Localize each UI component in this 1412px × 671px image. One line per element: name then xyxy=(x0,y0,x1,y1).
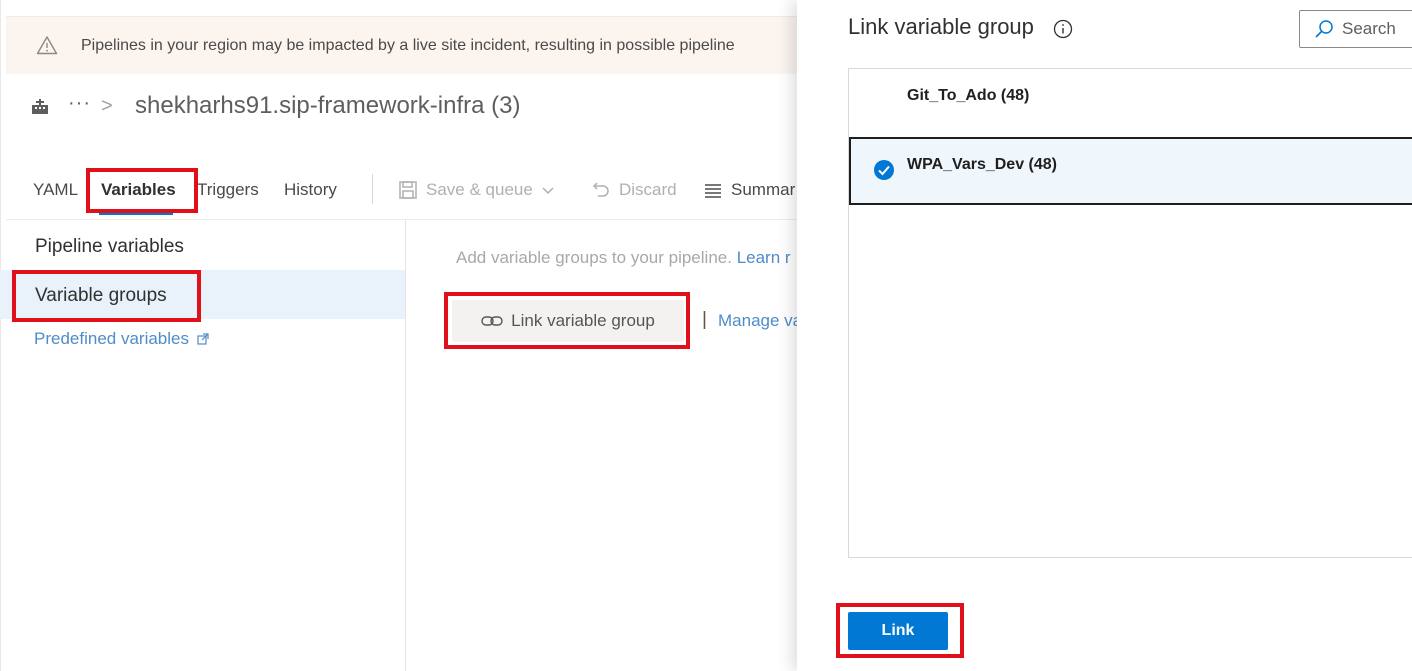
variable-group-name: Git_To_Ado (48) xyxy=(907,87,1030,104)
highlight-link-variable-group xyxy=(444,292,690,349)
toolbar-divider xyxy=(372,174,373,204)
learn-more-link[interactable]: Learn r xyxy=(737,248,791,267)
search-input[interactable]: Search xyxy=(1299,10,1412,48)
sidebar-item-pipeline-variables[interactable]: Pipeline variables xyxy=(0,236,405,258)
banner-text: Pipelines in your region may be impacted… xyxy=(81,37,735,54)
variable-group-name: WPA_Vars_Dev (48) xyxy=(907,156,1057,173)
list-item-selected[interactable]: WPA_Vars_Dev (48) xyxy=(849,137,1412,205)
sidebar-item-predefined-variables[interactable]: Predefined variables xyxy=(34,329,209,349)
search-placeholder: Search xyxy=(1342,19,1396,38)
discard-button[interactable]: Discard xyxy=(591,180,677,200)
manage-variable-groups-link[interactable]: Manage va xyxy=(718,311,802,331)
breadcrumb-more-button[interactable]: ··· xyxy=(68,92,91,115)
variable-group-list: Git_To_Ado (48) WPA_Vars_Dev (48) xyxy=(848,68,1412,558)
variable-groups-hint: Add variable groups to your pipeline. Le… xyxy=(456,248,791,268)
highlight-variables-tab xyxy=(86,168,198,213)
discard-label: Discard xyxy=(619,180,677,199)
save-and-queue-button[interactable]: Save & queue xyxy=(398,180,555,200)
list-icon xyxy=(705,184,721,198)
hint-text: Add variable groups to your pipeline. xyxy=(456,248,732,267)
warning-icon xyxy=(36,36,58,55)
summary-button[interactable]: Summar xyxy=(703,180,795,200)
pipeline-icon[interactable] xyxy=(30,96,50,116)
highlight-variable-groups xyxy=(12,270,201,322)
chevron-right-icon: > xyxy=(101,95,113,117)
tab-history[interactable]: History xyxy=(284,180,337,200)
panel-title: Link variable group xyxy=(848,14,1034,39)
chevron-down-icon xyxy=(542,187,554,195)
info-icon[interactable] xyxy=(1053,19,1073,39)
header-divider xyxy=(6,219,798,220)
search-icon xyxy=(1315,20,1333,38)
checkmark-circle-icon xyxy=(874,160,894,180)
action-separator: | xyxy=(702,309,707,330)
tab-yaml[interactable]: YAML xyxy=(33,180,78,200)
list-item[interactable]: Git_To_Ado (48) xyxy=(849,69,1412,137)
save-and-queue-label: Save & queue xyxy=(426,180,533,199)
highlight-link-button xyxy=(836,603,964,658)
tab-triggers[interactable]: Triggers xyxy=(197,180,259,200)
predefined-variables-link[interactable]: Predefined variables xyxy=(34,329,189,349)
sidebar-divider xyxy=(405,220,406,671)
save-icon xyxy=(399,181,417,199)
page-title: shekharhs91.sip-framework-infra (3) xyxy=(135,92,521,119)
undo-icon xyxy=(592,182,609,197)
external-link-icon xyxy=(197,333,209,345)
summary-label: Summar xyxy=(731,180,796,199)
incident-banner: Pipelines in your region may be impacted… xyxy=(6,16,806,74)
